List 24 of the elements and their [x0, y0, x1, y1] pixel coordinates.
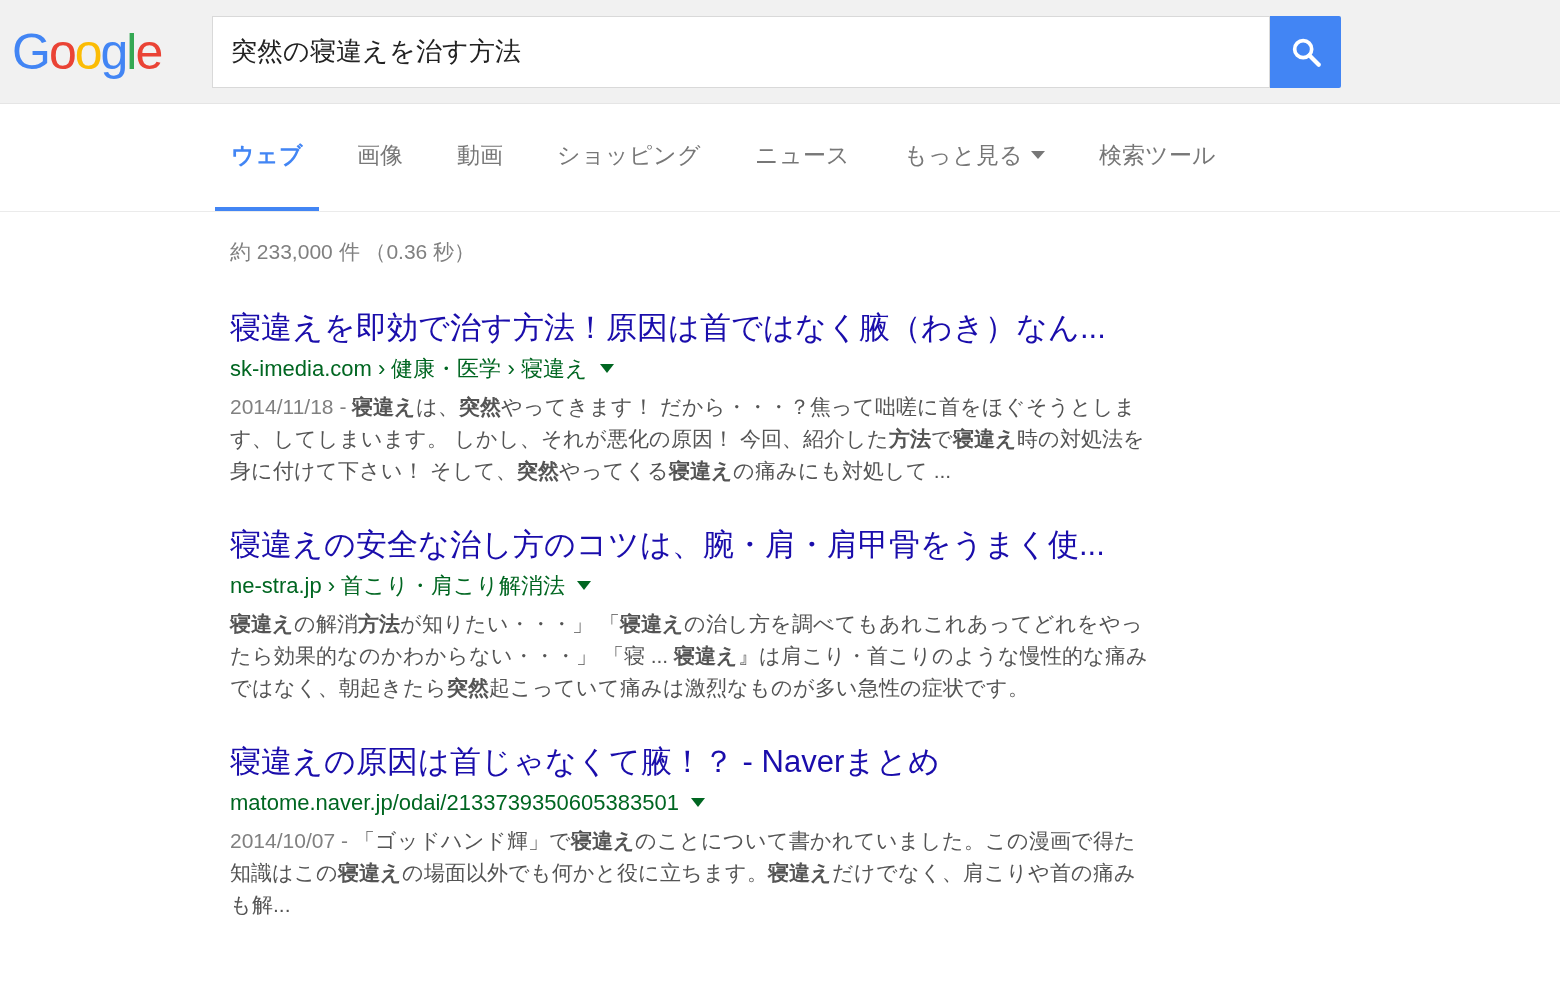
dropdown-caret-icon[interactable] [599, 364, 614, 373]
result-title-link[interactable]: 寝違えの安全な治し方のコツは、腕・肩・肩甲骨をうまく使... [230, 523, 1160, 567]
google-logo[interactable]: Google [12, 26, 192, 77]
result-url: matome.naver.jp/odai/2133739350605383501 [230, 789, 679, 817]
search-input[interactable]: 突然の寝違えを治す方法 [231, 32, 1251, 71]
result-url: ne-stra.jp › 首こり・肩こり解消法 [230, 572, 566, 600]
nav-tab[interactable]: ウェブ [215, 103, 319, 211]
search-button[interactable] [1270, 15, 1341, 88]
result-title-link[interactable]: 寝違えを即効で治す方法！原因は首ではなく腋（わき）なん... [230, 306, 1160, 350]
nav-tab[interactable]: ニュース [739, 103, 866, 211]
dropdown-caret-icon[interactable] [577, 581, 592, 590]
nav-tab[interactable]: ショッピング [541, 103, 717, 211]
nav-tab[interactable]: 動画 [441, 103, 519, 211]
result-stats: 約 233,000 件 （0.36 秒） [230, 239, 477, 265]
result-url: sk-imedia.com › 健康・医学 › 寝違え [230, 355, 588, 383]
result-title-link[interactable]: 寝違えの原因は首じゃなくて腋！？ - Naverまとめ [230, 740, 1160, 784]
result-snippet: 2014/10/07 - 「ゴッドハンド輝」で寝違えのことについて書かれていました。この漫画で得た知識はこの寝違えの場面以外でも何かと役に立ちます。寝違えだけでなく、肩こりや首の痛みも解... [230, 828, 1137, 918]
search-field[interactable]: 突然の寝違えを治す方法 [212, 15, 1270, 88]
result-snippet: 寝違えの解消方法が知りたい・・・」 「寝違えの治し方を調べてもあれこれあってどれをやったら効果的なのかわからない・・・」 「寝 ... 寝違え』は肩こり・首こりのような慢性的な痛みではなく、朝起きたら突然起こっていて痛みは激烈なものが多い急性の症状です。 [230, 611, 1149, 701]
nav-tab[interactable]: もっと見る [888, 103, 1061, 211]
nav-tab[interactable]: 検索ツール [1083, 103, 1232, 211]
dropdown-caret-icon[interactable] [690, 798, 705, 807]
result-snippet: 2014/11/18 - 寝違えは、突然やってきます！ だから・・・？焦って咄嗟に首をほぐそうとします、してしまいます。 しかし、それが悪化の原因！ 今回、紹介した方法で寝違え時の対処法を身に付けて下さい！ そして、突然やってくる寝違えの痛みにも対処して ... [230, 394, 1146, 484]
nav-tab[interactable]: 画像 [341, 103, 419, 211]
